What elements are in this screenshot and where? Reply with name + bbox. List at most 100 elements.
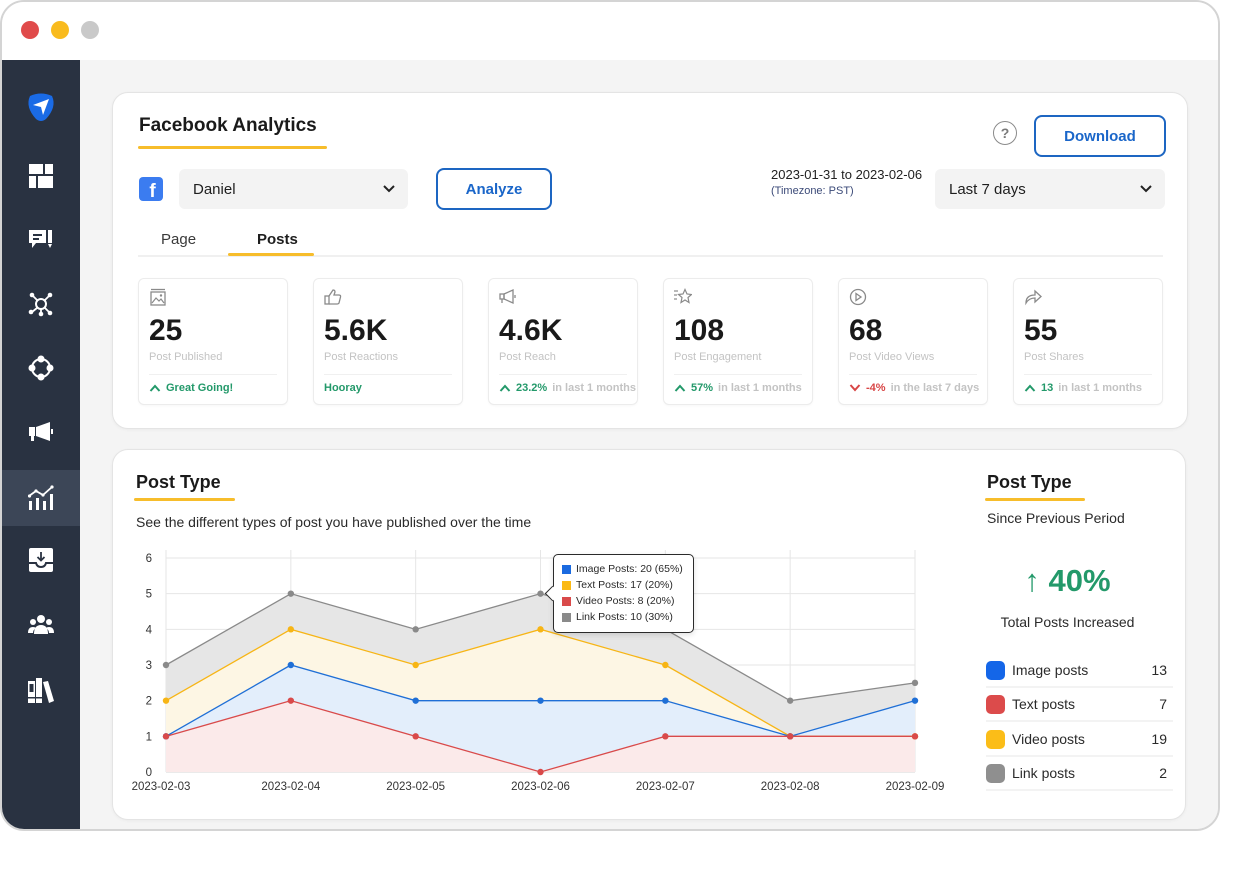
- chevron-up-icon: [674, 384, 686, 392]
- data-point-link-posts: [412, 626, 419, 633]
- stat-label: Post Engagement: [674, 351, 762, 363]
- x-tick-label: 2023-02-03: [132, 781, 191, 793]
- data-point-link-posts: [287, 590, 295, 597]
- data-point-text-posts: [412, 661, 419, 669]
- chevron-down-icon: [1140, 185, 1152, 193]
- legend-swatch: [986, 694, 1005, 714]
- tooltip-text: Image Posts: 20 (65%): [576, 563, 683, 575]
- stat-label: Post Reactions: [324, 351, 398, 363]
- post-type-subtitle: See the different types of post you have…: [136, 514, 532, 530]
- tooltip-text: Link Posts: 10 (30%): [576, 611, 673, 623]
- stat-card-post-engagement: 108 Post Engagement 57% in last 1 months: [663, 278, 813, 405]
- chevron-up-icon: [1024, 384, 1036, 392]
- megaphone-icon: [29, 422, 53, 441]
- stat-label: Post Video Views: [849, 351, 935, 363]
- stat-value: 68: [849, 314, 883, 347]
- summary-label: Image posts: [1012, 662, 1089, 678]
- stat-trend: Hooray: [324, 382, 362, 394]
- legend-swatch: [562, 580, 571, 590]
- megaphone-icon: [499, 288, 516, 305]
- stat-trend: Great Going!: [149, 382, 233, 394]
- summary-underline: [985, 498, 1085, 501]
- summary-subtitle: Since Previous Period: [987, 510, 1125, 526]
- tooltip-item-image: Image Posts: 20 (65%): [562, 561, 685, 577]
- sidebar-item-network[interactable]: [2, 278, 80, 330]
- stat-trend-period: in last 1 months: [1058, 382, 1142, 394]
- window-close-button[interactable]: [21, 21, 39, 39]
- stat-card-post-reactions: 5.6K Post Reactions Hooray: [313, 278, 463, 405]
- x-tick-label: 2023-02-05: [386, 781, 445, 793]
- stat-card-post-reach: 4.6K Post Reach 23.2% in last 1 months: [488, 278, 638, 405]
- sidebar: [2, 60, 80, 829]
- thumbs-up-icon: [324, 289, 342, 305]
- tooltip-item-text: Text Posts: 17 (20%): [562, 577, 685, 593]
- window-titlebar: [2, 2, 1218, 60]
- active-tab-indicator: [228, 253, 314, 256]
- legend-swatch: [986, 763, 1005, 783]
- account-select[interactable]: Daniel: [179, 169, 408, 209]
- tooltip-text: Text Posts: 17 (20%): [576, 579, 673, 591]
- download-button[interactable]: Download: [1034, 115, 1166, 157]
- sidebar-item-team[interactable]: [2, 599, 80, 651]
- sidebar-item-connections[interactable]: [2, 342, 80, 394]
- window-minimize-button[interactable]: [51, 21, 69, 39]
- help-button[interactable]: ?: [993, 121, 1017, 145]
- team-icon: [28, 615, 54, 634]
- analytics-chart-icon: [28, 485, 54, 510]
- period-select[interactable]: Last 7 days: [935, 169, 1165, 209]
- data-point-video-posts: [662, 733, 669, 740]
- window-maximize-button[interactable]: [81, 21, 99, 39]
- data-point-video-posts: [537, 768, 544, 776]
- app-window: Facebook Analytics ? Download f Daniel A…: [0, 0, 1220, 831]
- y-tick-label: 6: [146, 553, 152, 565]
- total-change-value: 40%: [1048, 563, 1111, 598]
- post-type-area-chart: 0 1 2 3 4 5 6 2023-02-03 2023-02-04 2023-02-05 202…: [132, 550, 944, 793]
- sidebar-item-campaigns[interactable]: [2, 406, 80, 458]
- data-point-image-posts: [412, 697, 419, 704]
- account-select-value: Daniel: [193, 180, 236, 198]
- data-point-image-posts: [911, 697, 919, 704]
- data-point-video-posts: [911, 733, 919, 740]
- summary-value: 13: [1151, 662, 1167, 678]
- tab-posts[interactable]: Posts: [257, 230, 298, 250]
- play-icon: [849, 288, 867, 306]
- summary-title: Post Type: [987, 472, 1072, 492]
- data-point-link-posts: [786, 697, 794, 704]
- stat-divider: [149, 374, 277, 375]
- analyze-button[interactable]: Analyze: [436, 168, 552, 210]
- chart-tooltip: Image Posts: 20 (65%) Text Posts: 17 (20…: [553, 554, 694, 633]
- facebook-icon: f: [139, 177, 163, 201]
- stat-label: Post Shares: [1024, 351, 1084, 363]
- stat-trend-value: 13: [1041, 382, 1054, 394]
- title-underline: [138, 146, 327, 149]
- page-title: Facebook Analytics: [139, 115, 317, 136]
- stat-trend-period: in last 1 months: [718, 382, 802, 394]
- summary-value: 7: [1159, 696, 1167, 712]
- post-type-title: Post Type: [136, 472, 221, 492]
- stat-value: 25: [149, 314, 183, 347]
- summary-row-text: Text posts 7: [986, 688, 1173, 722]
- x-tick-label: 2023-02-08: [761, 781, 820, 793]
- stat-divider: [674, 374, 802, 375]
- inbox-download-icon: [29, 548, 53, 572]
- sidebar-item-analytics[interactable]: [2, 470, 80, 526]
- stat-card-post-video-views: 68 Post Video Views -4% in the last 7 da…: [838, 278, 988, 405]
- legend-swatch: [562, 612, 571, 622]
- sidebar-item-inbox[interactable]: [2, 534, 80, 586]
- x-tick-label: 2023-02-07: [636, 781, 695, 793]
- y-tick-label: 1: [146, 731, 152, 743]
- data-point-video-posts: [287, 697, 295, 704]
- sidebar-item-logo[interactable]: [2, 81, 80, 133]
- summary-label: Video posts: [1012, 731, 1085, 747]
- sidebar-item-compose[interactable]: [2, 214, 80, 266]
- chevron-down-icon: [383, 185, 395, 193]
- sidebar-item-library[interactable]: [2, 664, 80, 716]
- stat-value: 4.6K: [499, 314, 563, 347]
- sidebar-item-dashboard[interactable]: [2, 150, 80, 202]
- chevron-down-icon: [849, 384, 861, 392]
- data-point-video-posts: [412, 733, 419, 740]
- stat-trend-value: 23.2%: [516, 382, 548, 394]
- data-point-image-posts: [537, 697, 544, 704]
- analytics-header-panel: Facebook Analytics ? Download f Daniel A…: [112, 92, 1188, 429]
- tab-page[interactable]: Page: [161, 230, 196, 250]
